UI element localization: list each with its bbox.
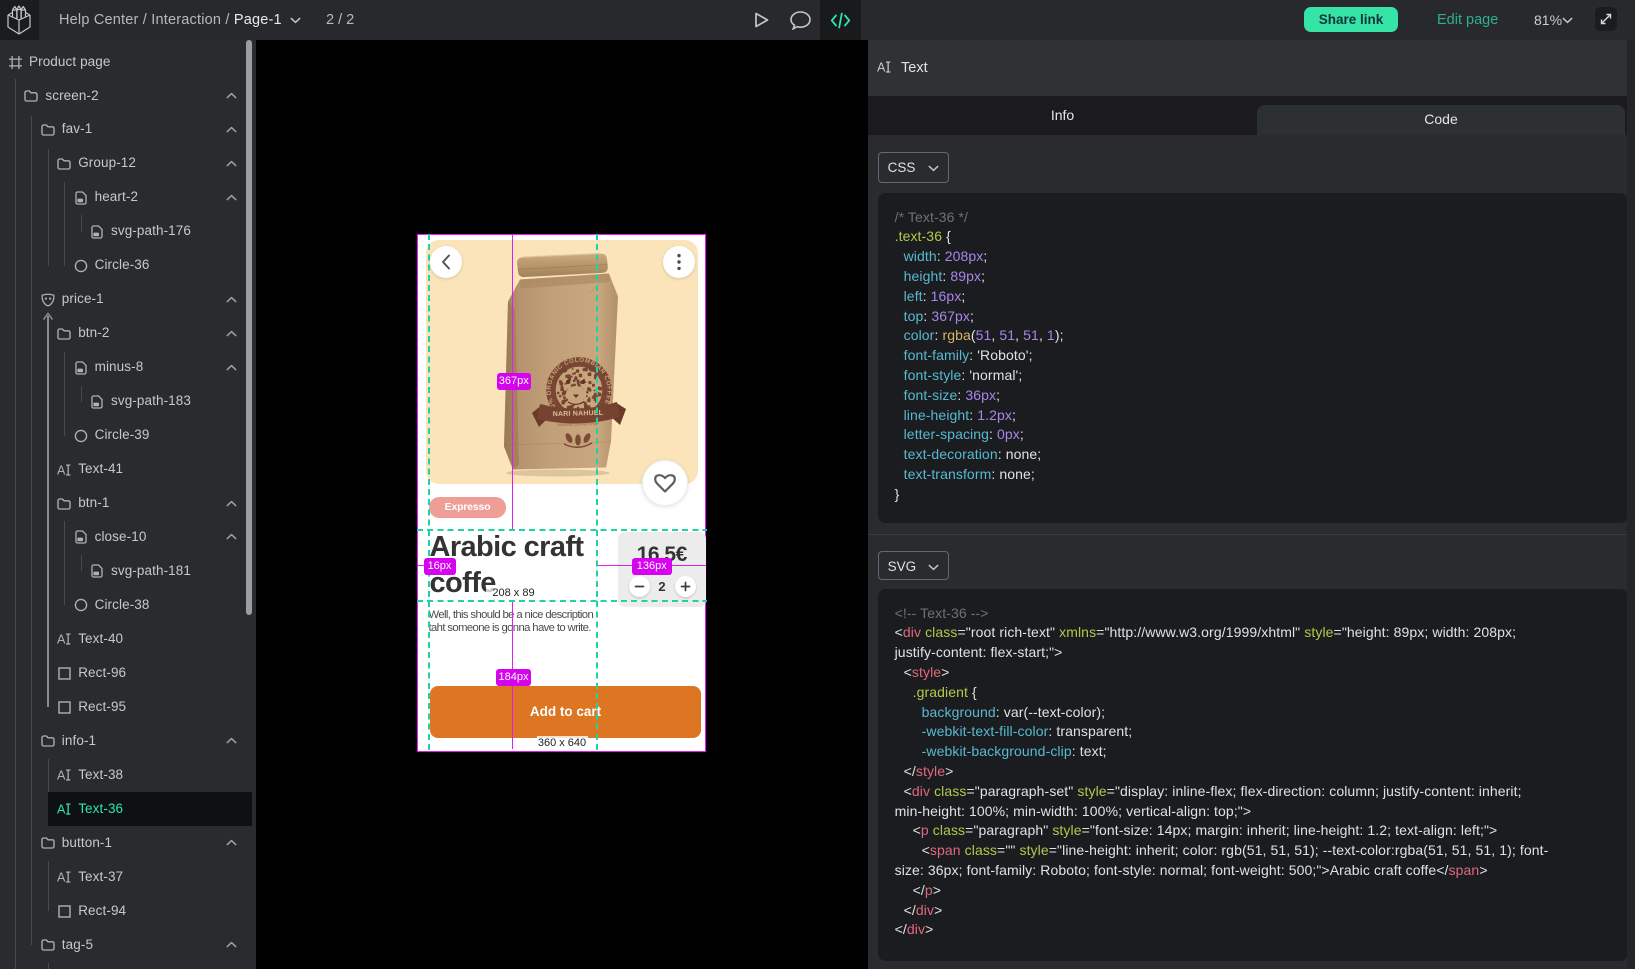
- svg-text:A: A: [57, 803, 66, 817]
- svg-text:A: A: [57, 769, 66, 783]
- svg-text:A: A: [57, 871, 66, 885]
- svg-text:A: A: [877, 61, 886, 75]
- svg-text:A: A: [57, 633, 66, 647]
- svg-text:A: A: [57, 463, 66, 477]
